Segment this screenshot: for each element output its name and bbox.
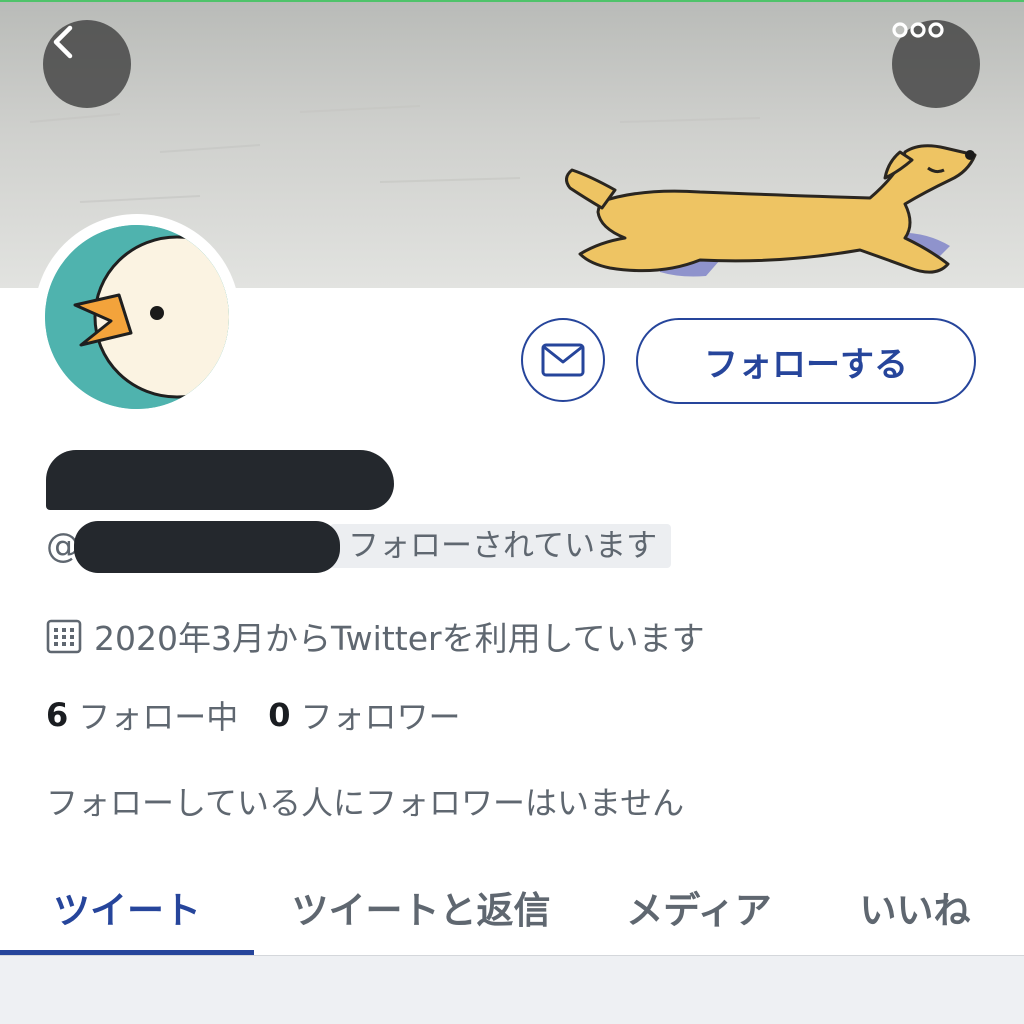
redacted-display-name (46, 450, 394, 510)
timeline-area (0, 956, 1024, 1024)
followers-count[interactable]: 0 (268, 696, 290, 734)
tab-tweets-and-replies[interactable]: ツイートと返信 (260, 858, 582, 956)
avatar[interactable] (45, 225, 229, 409)
message-button[interactable] (521, 318, 605, 402)
tab-likes[interactable]: いいね (820, 858, 1010, 956)
more-options-button[interactable] (892, 20, 980, 108)
joined-text: 2020年3月からTwitterを利用しています (94, 619, 705, 658)
redacted-handle (74, 521, 340, 573)
bird-avatar-image (45, 225, 229, 409)
back-button[interactable] (43, 20, 131, 108)
mail-icon (541, 343, 585, 377)
chevron-left-icon (53, 25, 73, 59)
tab-media[interactable]: メディア (590, 858, 808, 956)
followers-label[interactable]: フォロワー (301, 692, 461, 738)
follows-you-badge: フォローされています (330, 524, 672, 568)
joined-date-row: 2020年3月からTwitterを利用しています (46, 614, 705, 658)
follow-stats: 6 フォロー中 0 フォロワー (46, 692, 461, 738)
following-label[interactable]: フォロー中 (78, 692, 238, 738)
profile-tabs: ツイート ツイートと返信 メディア いいね (0, 858, 1024, 956)
following-count[interactable]: 6 (46, 696, 68, 734)
followers-you-know-text: フォローしている人にフォロワーはいません (46, 784, 685, 822)
more-horizontal-icon (892, 22, 944, 38)
tab-tweets[interactable]: ツイート (0, 858, 254, 956)
follow-button[interactable]: フォローする (636, 318, 976, 404)
calendar-icon (46, 619, 82, 654)
